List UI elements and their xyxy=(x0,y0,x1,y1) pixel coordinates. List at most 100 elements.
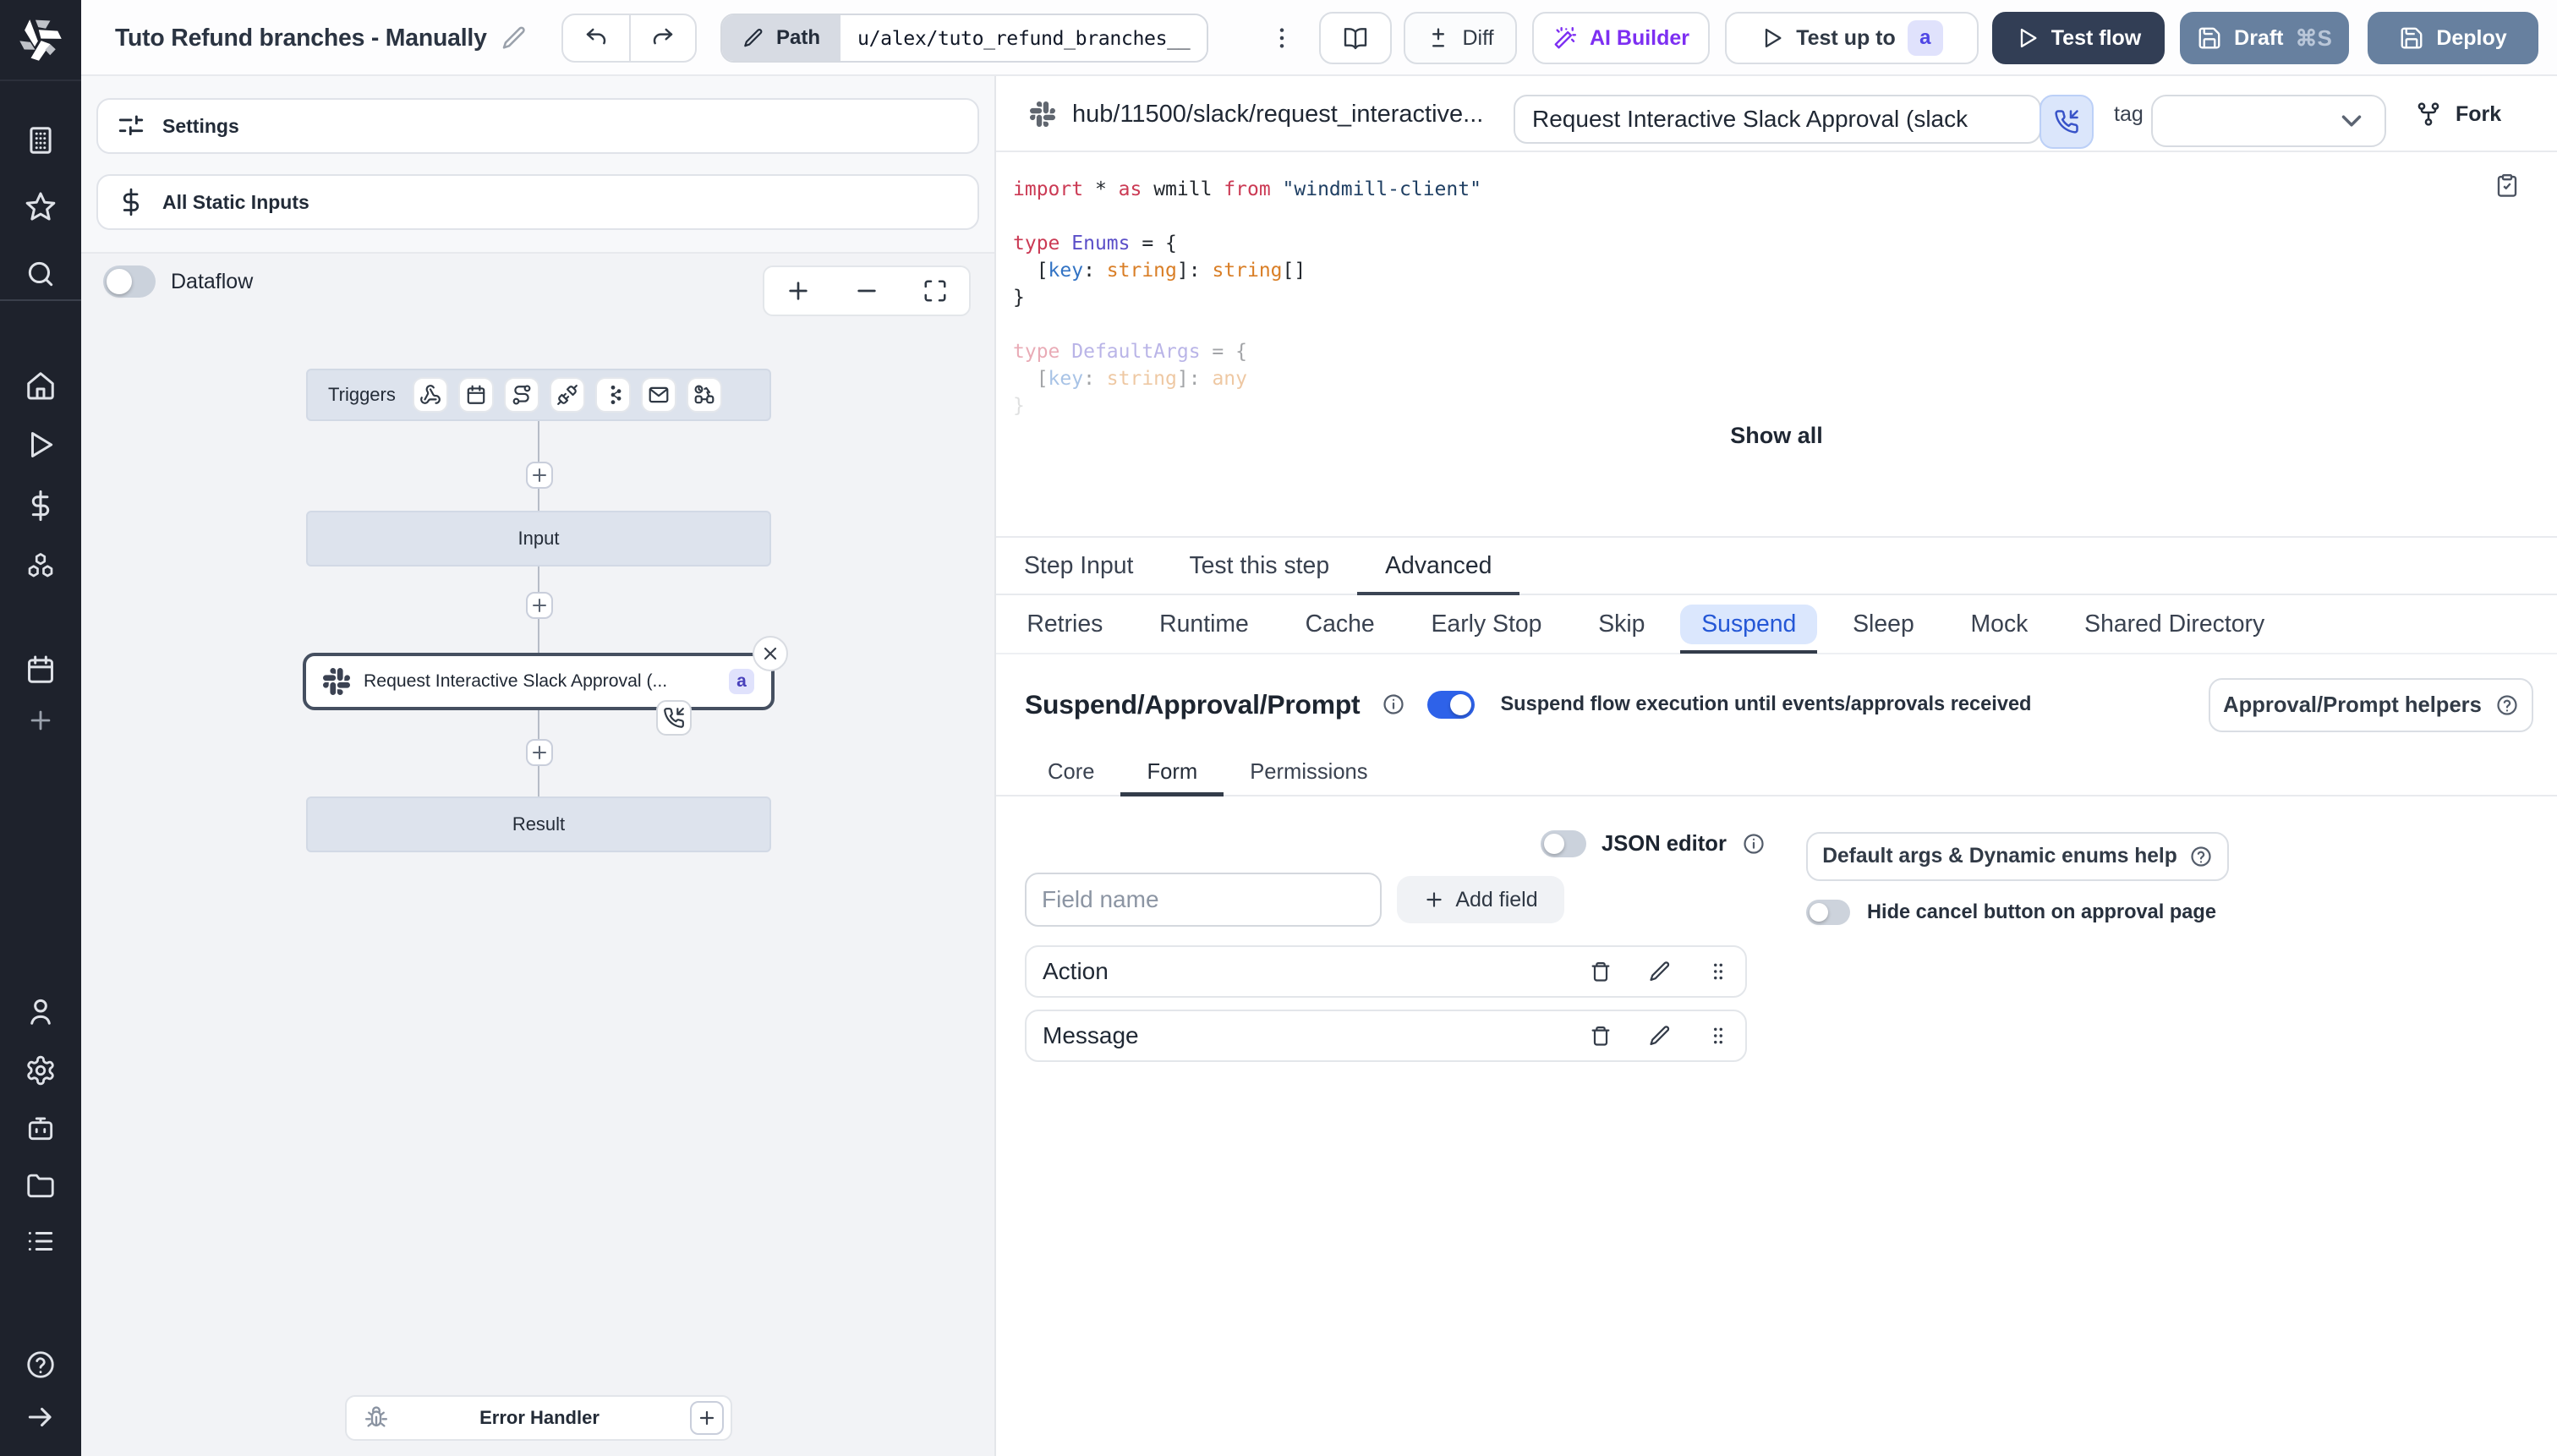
step-summary-input[interactable] xyxy=(1514,95,2041,144)
draft-button[interactable]: Draft ⌘S xyxy=(2180,12,2349,64)
schedule-trigger-icon[interactable] xyxy=(457,377,494,413)
variables-icon[interactable] xyxy=(25,490,57,522)
field-name-input[interactable] xyxy=(1025,873,1382,927)
user-icon[interactable] xyxy=(25,995,57,1027)
zoom-out-icon[interactable] xyxy=(841,267,892,315)
add-step-button[interactable] xyxy=(526,462,553,489)
test-up-to-button[interactable]: Test up to a xyxy=(1725,12,1979,64)
subtab-mock[interactable]: Mock xyxy=(1942,594,2056,654)
suspend-phone-icon[interactable] xyxy=(656,700,692,736)
help-icon[interactable] xyxy=(25,1349,57,1381)
subtab-shared-directory[interactable]: Shared Directory xyxy=(2056,594,2293,654)
triggers-node[interactable]: Triggers xyxy=(306,369,771,421)
deploy-button[interactable]: Deploy xyxy=(2368,12,2538,64)
email-trigger-icon[interactable] xyxy=(640,377,676,413)
webhook-trigger-icon[interactable] xyxy=(412,377,448,413)
field-row-message[interactable]: Message xyxy=(1025,1010,1747,1062)
input-node[interactable]: Input xyxy=(306,511,771,567)
tab-advanced[interactable]: Advanced xyxy=(1357,538,1520,595)
workers-icon[interactable] xyxy=(25,1112,57,1144)
add-menu-icon[interactable] xyxy=(26,706,55,735)
docs-button[interactable] xyxy=(1319,12,1392,64)
websocket-trigger-icon[interactable] xyxy=(549,377,585,413)
ai-builder-button[interactable]: AI Builder xyxy=(1532,12,1710,64)
code-editor[interactable]: import * as wmill from "windmill-client"… xyxy=(996,152,2557,538)
hide-cancel-toggle[interactable] xyxy=(1806,900,1850,925)
subtab-suspend[interactable]: Suspend xyxy=(1673,594,1825,654)
schedules-icon[interactable] xyxy=(25,654,57,686)
drag-handle-icon[interactable] xyxy=(1707,961,1729,983)
test-flow-button[interactable]: Test flow xyxy=(1992,12,2165,64)
tab-step-input[interactable]: Step Input xyxy=(996,538,1161,594)
add-error-handler-icon[interactable] xyxy=(690,1401,724,1435)
kafka-trigger-icon[interactable] xyxy=(594,377,631,413)
redo-button[interactable] xyxy=(629,15,695,61)
edit-field-icon[interactable] xyxy=(1648,1024,1672,1048)
http-route-trigger-icon[interactable] xyxy=(503,377,539,413)
runs-icon[interactable] xyxy=(25,429,57,461)
path-value[interactable]: u/alex/tuto_refund_branches__ xyxy=(840,15,1207,61)
flow-panel: Settings All Static Inputs Dataflow Trig… xyxy=(81,76,996,1456)
approval-prompt-helpers-button[interactable]: Approval/Prompt helpers xyxy=(2209,678,2533,732)
diff-button[interactable]: Diff xyxy=(1404,12,1517,64)
add-field-button[interactable]: Add field xyxy=(1397,876,1564,923)
suspend-indicator-button[interactable] xyxy=(2040,95,2094,149)
settings-row[interactable]: Settings xyxy=(96,98,979,154)
path-label[interactable]: Path xyxy=(722,15,841,61)
delete-field-icon[interactable] xyxy=(1589,1024,1612,1048)
flow-panel-header: Settings All Static Inputs xyxy=(81,76,994,254)
subtab-runtime[interactable]: Runtime xyxy=(1131,594,1278,654)
edit-title-icon[interactable] xyxy=(501,25,528,52)
remove-step-icon[interactable] xyxy=(753,636,788,671)
subtab-retries[interactable]: Retries xyxy=(999,594,1131,654)
dataflow-toggle[interactable] xyxy=(103,265,156,298)
subtab-sleep[interactable]: Sleep xyxy=(1825,594,1942,654)
code-content[interactable]: import * as wmill from "windmill-client"… xyxy=(1013,176,1481,419)
result-node[interactable]: Result xyxy=(306,796,771,852)
settings-gear-icon[interactable] xyxy=(25,1054,57,1087)
home-icon[interactable] xyxy=(25,369,57,402)
folders-icon[interactable] xyxy=(25,1169,57,1201)
slack-approval-step-node[interactable]: Request Interactive Slack Approval (... … xyxy=(303,653,775,710)
rail-divider xyxy=(0,299,81,301)
default-args-help-button[interactable]: Default args & Dynamic enums help xyxy=(1806,832,2229,881)
search-icon[interactable] xyxy=(25,258,57,290)
json-editor-info-icon[interactable] xyxy=(1742,832,1766,856)
copy-code-icon[interactable] xyxy=(2494,172,2520,198)
suspend-info-icon[interactable] xyxy=(1382,692,1405,716)
windmill-logo[interactable] xyxy=(0,0,81,81)
show-all-button[interactable]: Show all xyxy=(996,423,2557,449)
tab-permissions[interactable]: Permissions xyxy=(1224,749,1393,795)
favorites-star-icon[interactable] xyxy=(25,190,57,222)
field-row-action[interactable]: Action xyxy=(1025,945,1747,998)
error-handler-node[interactable]: Error Handler xyxy=(345,1395,732,1441)
resources-icon[interactable] xyxy=(25,550,57,583)
tab-core[interactable]: Core xyxy=(1021,749,1120,795)
subtab-early-stop[interactable]: Early Stop xyxy=(1403,594,1570,654)
tab-test-this-step[interactable]: Test this step xyxy=(1161,538,1357,594)
draft-shortcut: ⌘S xyxy=(2295,25,2332,51)
tag-select[interactable] xyxy=(2151,95,2386,147)
apps-list-icon[interactable] xyxy=(25,1225,57,1257)
undo-button[interactable] xyxy=(563,15,629,61)
more-options-kebab-icon[interactable] xyxy=(1267,14,1297,63)
fit-view-icon[interactable] xyxy=(910,267,961,315)
step-detail-panel: hub/11500/slack/request_interactive... t… xyxy=(996,76,2557,1456)
subtab-cache[interactable]: Cache xyxy=(1277,594,1403,654)
expand-rail-icon[interactable] xyxy=(25,1401,57,1433)
scheduled-poll-trigger-icon[interactable] xyxy=(686,377,722,413)
edit-field-icon[interactable] xyxy=(1648,960,1672,983)
json-editor-toggle[interactable] xyxy=(1541,830,1586,857)
zoom-in-icon[interactable] xyxy=(773,267,824,315)
add-step-button[interactable] xyxy=(526,592,553,619)
workspace-icon[interactable] xyxy=(25,124,57,156)
hub-script-path[interactable]: hub/11500/slack/request_interactive... xyxy=(1072,76,1483,152)
fork-button[interactable]: Fork xyxy=(2415,76,2501,152)
tab-form[interactable]: Form xyxy=(1120,749,1224,796)
drag-handle-icon[interactable] xyxy=(1707,1025,1729,1047)
subtab-skip[interactable]: Skip xyxy=(1570,594,1673,654)
suspend-toggle[interactable] xyxy=(1427,690,1476,719)
delete-field-icon[interactable] xyxy=(1589,960,1612,983)
add-step-button[interactable] xyxy=(526,739,553,766)
all-static-inputs-row[interactable]: All Static Inputs xyxy=(96,174,979,230)
